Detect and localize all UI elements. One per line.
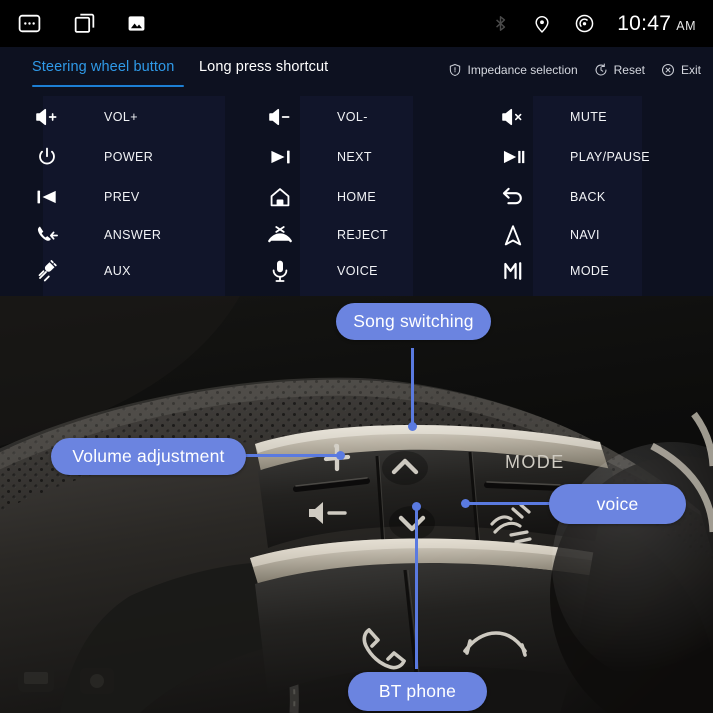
volume-down-icon: [263, 106, 297, 128]
mode-icon: [496, 260, 530, 282]
impedance-selection-button[interactable]: Impedance selection: [448, 63, 578, 77]
lead-dot-bt-phone: [412, 502, 421, 511]
wheel-mode-label: MODE: [505, 452, 565, 472]
button-label-power: POWER: [104, 150, 154, 164]
button-mapping-columns: VOL+ POWER PREV ANSWER AUX VOL- NEXT HOM…: [0, 96, 713, 296]
reject-call-icon: [263, 224, 297, 246]
button-label-vol-down: VOL-: [337, 110, 368, 124]
lead-line-song-switching-vertical: [411, 348, 414, 426]
exit-button[interactable]: Exit: [661, 63, 701, 77]
lead-dot-voice: [461, 499, 470, 508]
button-label-answer: ANSWER: [104, 228, 162, 242]
button-label-aux: AUX: [104, 264, 131, 278]
clock: 10:47 AM: [617, 12, 696, 36]
lead-line-bt-phone: [415, 506, 418, 669]
callout-volume-adjustment[interactable]: Volume adjustment: [51, 438, 246, 475]
button-label-mode: MODE: [570, 264, 610, 278]
button-label-vol-up: VOL+: [104, 110, 138, 124]
callout-bt-phone[interactable]: BT phone: [348, 672, 487, 711]
microphone-icon: [263, 259, 297, 283]
tab-bar: Steering wheel button Long press shortcu…: [0, 47, 713, 96]
status-bar-right-icons: 10:47 AM: [491, 12, 713, 36]
button-label-home: HOME: [337, 190, 377, 204]
reset-clock-icon: [594, 63, 608, 77]
reset-label: Reset: [613, 63, 645, 77]
next-track-icon: [263, 147, 297, 167]
play-pause-icon: [496, 147, 530, 167]
clock-ampm: AM: [676, 18, 696, 33]
button-label-reject: REJECT: [337, 228, 389, 242]
panel-actions: Impedance selection Reset Exit: [448, 63, 701, 77]
button-label-next: NEXT: [337, 150, 372, 164]
callout-volume-adjustment-label: Volume adjustment: [72, 446, 225, 466]
button-label-play-pause: PLAY/PAUSE: [570, 150, 650, 164]
impedance-selection-label: Impedance selection: [467, 63, 578, 77]
power-icon: [30, 146, 64, 168]
gallery-icon[interactable]: [127, 14, 146, 33]
bluetooth-icon[interactable]: [491, 14, 510, 33]
callout-song-switching-label: Song switching: [353, 311, 474, 331]
lead-dot-volume-adjustment: [336, 451, 345, 460]
callout-song-switching[interactable]: Song switching: [336, 303, 491, 340]
status-bar-left-icons: [0, 11, 146, 36]
recents-icon[interactable]: [17, 11, 42, 36]
steering-wheel-settings-panel: Steering wheel button Long press shortcu…: [0, 47, 713, 296]
tab-active-underline: [32, 85, 184, 87]
callout-voice[interactable]: voice: [549, 484, 686, 524]
tab-long-press-shortcut[interactable]: Long press shortcut: [199, 59, 328, 75]
back-arrow-icon: [496, 186, 530, 208]
aux-plug-icon: [30, 259, 64, 283]
callout-bt-phone-label: BT phone: [378, 681, 457, 701]
hotspot-icon[interactable]: [574, 13, 595, 34]
lead-dot-song-switching: [408, 422, 417, 431]
button-label-mute: MUTE: [570, 110, 608, 124]
tab-steering-wheel-button[interactable]: Steering wheel button: [32, 59, 174, 75]
button-label-back: BACK: [570, 190, 606, 204]
car-head-unit-screen: 10:47 AM Steering wheel button Long pres…: [0, 0, 713, 713]
location-pin-icon[interactable]: [532, 14, 552, 34]
previous-track-icon: [30, 187, 64, 207]
shield-icon: [448, 63, 462, 77]
multi-window-icon[interactable]: [72, 11, 97, 36]
button-label-navi: NAVI: [570, 228, 600, 242]
navigation-arrow-icon: [496, 224, 530, 247]
volume-up-icon: [30, 106, 64, 128]
clock-time: 10:47: [617, 11, 672, 35]
lead-line-volume-adjustment: [242, 454, 342, 457]
exit-label: Exit: [680, 63, 701, 77]
lead-line-voice: [463, 502, 563, 505]
button-label-voice: VOICE: [337, 264, 378, 278]
answer-call-icon: [30, 224, 64, 246]
callout-voice-label: voice: [596, 493, 639, 514]
mute-icon: [496, 106, 530, 128]
reset-button[interactable]: Reset: [594, 63, 645, 77]
status-bar: 10:47 AM: [0, 0, 713, 47]
close-circle-icon: [661, 63, 675, 77]
button-label-prev: PREV: [104, 190, 140, 204]
home-icon: [263, 186, 297, 209]
